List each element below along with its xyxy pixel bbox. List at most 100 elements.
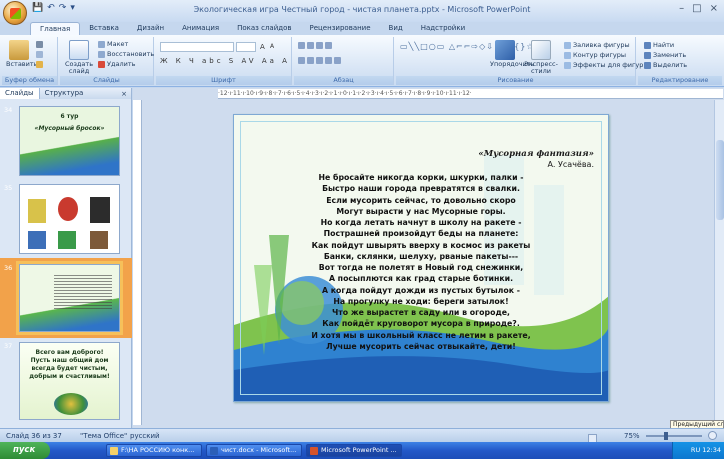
office-logo-icon <box>9 7 21 19</box>
thumb-row-37: 37 Всего вам доброго! Пусть наш общий до… <box>0 338 132 424</box>
delete-icon <box>98 60 105 68</box>
slide-counter: Слайд 36 из 37 <box>6 432 62 440</box>
poem-text[interactable]: Не бросайте никогда корки, шкурки, палки… <box>234 172 608 352</box>
paste-button[interactable]: Вставить <box>6 40 37 68</box>
thumb-subtitle: «Мусорный бросок» <box>34 125 105 132</box>
theme-name[interactable]: "Тема Office" <box>80 432 127 440</box>
thumb-image <box>28 231 46 249</box>
font-name-box[interactable] <box>160 42 234 52</box>
vertical-scrollbar[interactable] <box>714 100 724 425</box>
reset-button[interactable]: Восстановить <box>98 50 154 58</box>
format-painter-icon[interactable] <box>36 61 43 68</box>
replace-button[interactable]: Заменить <box>644 51 686 59</box>
fit-slide-icon[interactable] <box>708 431 717 440</box>
tab-design[interactable]: Дизайн <box>128 22 173 35</box>
arrange-icon <box>495 40 515 60</box>
grow-font-button[interactable]: A <box>260 43 268 51</box>
shape-fill-button[interactable]: Заливка фигуры <box>564 41 630 49</box>
vertical-ruler[interactable] <box>133 100 142 425</box>
status-bar: Слайд 36 из 37 "Тема Office" русский 75% <box>0 428 724 443</box>
slide-editor: ·12·ı·11·ı·10·ı·9·ı·8·ı·7·ı·6·ı·5·ı·4·ı·… <box>133 88 724 428</box>
slide-thumbnail-37[interactable]: Всего вам доброго! Пусть наш общий дом в… <box>19 342 120 420</box>
tab-review[interactable]: Рецензирование <box>301 22 380 35</box>
new-slide-icon <box>69 40 89 60</box>
thumb-number: 34 <box>4 106 13 114</box>
word-icon <box>210 447 218 455</box>
scrollbar-thumb[interactable] <box>716 140 724 220</box>
effects-icon <box>564 61 571 69</box>
tab-animation[interactable]: Анимация <box>173 22 228 35</box>
align-icons[interactable] <box>298 57 341 64</box>
close-button[interactable]: × <box>710 3 718 14</box>
fill-icon <box>564 41 571 49</box>
poem-line: Быстро наши города превратятся в свалки. <box>322 184 520 194</box>
start-button[interactable]: пуск <box>0 442 50 459</box>
group-paragraph: Абзац <box>294 37 394 85</box>
group-label-slides: Слайды <box>60 76 153 85</box>
horizontal-ruler[interactable]: ·12·ı·11·ı·10·ı·9·ı·8·ı·7·ı·6·ı·5·ı·4·ı·… <box>218 89 723 99</box>
font-format-buttons[interactable]: Ж К Ч abc S AV Aa A <box>160 57 290 65</box>
delete-slide-button[interactable]: Удалить <box>98 60 135 68</box>
quick-styles-label: Экспресс-стили <box>524 60 558 75</box>
shrink-font-button[interactable]: A <box>270 43 277 50</box>
pane-tab-outline[interactable]: Структура <box>40 88 89 99</box>
binoculars-icon <box>644 41 651 49</box>
zoom-slider-handle[interactable] <box>664 432 668 440</box>
poem-line: Как пойдут швырять вверху в космос из ра… <box>311 240 531 250</box>
new-slide-button[interactable]: Создать слайд <box>64 40 94 75</box>
thumb-number: 35 <box>4 184 13 192</box>
zoom-slider[interactable] <box>646 435 702 437</box>
task-word[interactable]: чист.docx - Microsoft... <box>206 444 302 457</box>
system-tray[interactable]: RU 12:34 <box>672 442 724 459</box>
poem-title[interactable]: «Мусорная фантазия» <box>478 149 594 159</box>
pane-tab-slides[interactable]: Слайды <box>0 88 40 99</box>
poem-line: Вот тогда не полетят в Новый год снежинк… <box>318 263 524 272</box>
new-slide-label: Создать слайд <box>64 60 94 75</box>
pane-close-icon[interactable]: × <box>121 90 127 98</box>
maximize-button[interactable]: □ <box>692 3 701 14</box>
poem-author[interactable]: А. Усачёва. <box>547 160 594 169</box>
poem-line: И хотя мы в школьный класс не летим в ра… <box>311 330 531 340</box>
thumb-image <box>90 197 110 223</box>
font-size-box[interactable] <box>236 42 256 52</box>
thumb-image <box>58 197 78 221</box>
find-button[interactable]: Найти <box>644 41 674 49</box>
shape-effects-button[interactable]: Эффекты для фигур <box>564 61 643 69</box>
zoom-level[interactable]: 75% <box>624 432 640 440</box>
slide-thumbnail-35[interactable] <box>19 184 120 254</box>
quick-styles-button[interactable]: Экспресс-стили <box>524 40 558 75</box>
task-powerpoint[interactable]: Microsoft PowerPoint ... <box>306 444 402 457</box>
thumb-row-35: 35 <box>0 180 132 260</box>
language-indicator[interactable]: русский <box>130 432 160 440</box>
powerpoint-icon <box>310 447 318 455</box>
shape-outline-button[interactable]: Контур фигуры <box>564 51 626 59</box>
poem-line: А посыплются как град старые ботинки. <box>328 274 514 284</box>
arrange-button[interactable]: Упорядочить <box>490 40 534 68</box>
office-button[interactable] <box>3 1 27 25</box>
replace-icon <box>644 51 651 59</box>
reset-label: Восстановить <box>107 50 155 58</box>
title-bar: 💾 ↶ ↷ ▾ Экологическая игра Честный город… <box>0 0 724 25</box>
tab-slideshow[interactable]: Показ слайдов <box>228 22 300 35</box>
task-explorer[interactable]: F:\НА РОССИЮ конк... <box>106 444 202 457</box>
current-slide[interactable]: «Мусорная фантазия» А. Усачёва. Не броса… <box>233 114 609 402</box>
layout-button[interactable]: Макет <box>98 40 128 48</box>
bullets-icon[interactable] <box>298 42 332 49</box>
poem-line: Но когда летать начнут в школу на ракете… <box>320 218 522 227</box>
select-button[interactable]: Выделить <box>644 61 687 69</box>
slide-thumbnail-34[interactable]: 6 тур «Мусорный бросок» <box>19 106 120 176</box>
cut-icon[interactable] <box>36 41 43 48</box>
tab-addins[interactable]: Надстройки <box>412 22 474 35</box>
minimize-button[interactable]: – <box>679 3 684 14</box>
slide-thumbnail-36[interactable] <box>16 261 123 335</box>
tab-insert[interactable]: Вставка <box>80 22 128 35</box>
paste-label: Вставить <box>6 60 38 68</box>
poem-line: Пострашней произойдут беды на планете: <box>323 229 519 239</box>
tab-view[interactable]: Вид <box>380 22 412 35</box>
ribbon-tabs: Главная Вставка Дизайн Анимация Показ сл… <box>30 22 474 35</box>
tab-home[interactable]: Главная <box>30 22 81 35</box>
thumb-text-lines <box>54 275 112 311</box>
poem-line: А когда пойдут дожди из пустых бутылок - <box>322 285 520 295</box>
copy-icon[interactable] <box>36 51 43 58</box>
thumb-title: 6 тур <box>60 113 79 120</box>
